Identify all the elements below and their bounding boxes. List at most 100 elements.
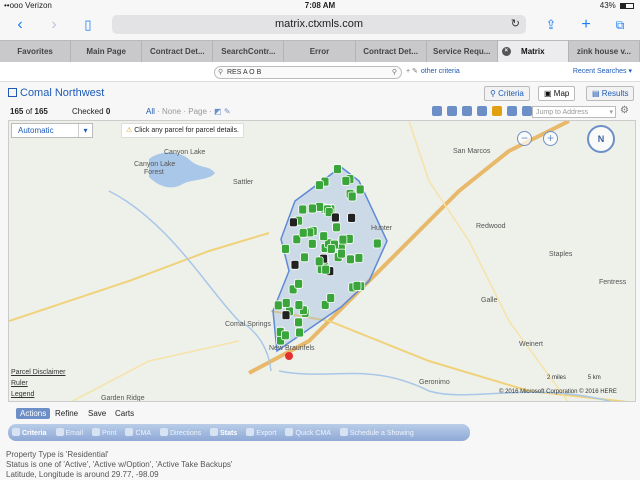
url-text: matrix.ctxmls.com bbox=[275, 18, 363, 30]
action-button-label: Stats bbox=[220, 430, 238, 437]
actions-tab[interactable]: Actions bbox=[16, 408, 51, 419]
tab-4[interactable]: Error bbox=[284, 41, 356, 62]
save-tab[interactable]: Save bbox=[88, 409, 106, 418]
action-button-directions[interactable]: Directions bbox=[160, 428, 201, 437]
browser-toolbar: ‹ › ▯ matrix.ctxmls.com ↻ ⇪ + ⧉ bbox=[0, 12, 640, 40]
parcel-disclaimer-link[interactable]: Parcel Disclaimer bbox=[11, 369, 65, 376]
layer-icon[interactable] bbox=[447, 106, 457, 116]
listing-marker bbox=[307, 238, 317, 249]
jump-to-address-input[interactable]: Jump to Address ▾ bbox=[532, 106, 616, 118]
action-button-criteria[interactable]: Criteria bbox=[12, 428, 47, 437]
listing-marker bbox=[347, 191, 357, 202]
tab-3[interactable]: SearchContr... bbox=[213, 41, 285, 62]
listing-marker bbox=[337, 248, 346, 259]
select-all[interactable]: All bbox=[146, 107, 155, 116]
carts-tab[interactable]: Carts bbox=[115, 409, 134, 418]
map-place-label: New Braunfels bbox=[269, 345, 315, 352]
map-canvas[interactable]: Canyon Lake Canyon Lake Forest Sattler Hunte… bbox=[8, 120, 636, 402]
select-page[interactable]: Page bbox=[188, 107, 207, 116]
listing-marker bbox=[294, 300, 304, 311]
back-icon[interactable]: ‹ bbox=[10, 15, 30, 35]
map-place-label: Sattler bbox=[233, 179, 254, 186]
listing-marker bbox=[288, 217, 298, 228]
action-button-stats[interactable]: Stats bbox=[210, 428, 237, 437]
title-row: Comal Northwest ⚲ Criteria ▣ Map ▤ Resul… bbox=[0, 84, 640, 104]
count-row: 165 of 165 Checked 0 All · None · Page ·… bbox=[0, 104, 640, 120]
map-place-label: Comal Springs bbox=[225, 321, 271, 328]
map-place-label: Redwood bbox=[476, 223, 506, 230]
map-place-label: Geronimo bbox=[419, 379, 450, 386]
listing-marker bbox=[298, 227, 308, 238]
map-tip-text: Click any parcel for parcel details. bbox=[134, 127, 239, 134]
building-icon[interactable] bbox=[477, 106, 487, 116]
tab-1[interactable]: Main Page bbox=[71, 41, 143, 62]
globe-icon[interactable] bbox=[432, 106, 442, 116]
other-criteria-link[interactable]: + ✎ other criteria bbox=[406, 67, 460, 75]
tab-8[interactable]: zink house v... bbox=[569, 41, 640, 62]
map-icon bbox=[8, 88, 17, 97]
print-icon[interactable] bbox=[507, 106, 517, 116]
refine-tab[interactable]: Refine bbox=[55, 409, 78, 418]
compass-icon[interactable]: N bbox=[587, 125, 615, 153]
ruler-link[interactable]: Ruler bbox=[11, 380, 28, 387]
listing-marker bbox=[319, 231, 329, 242]
action-button-print[interactable]: Print bbox=[92, 428, 116, 437]
criteria-view-button[interactable]: ⚲ Criteria bbox=[484, 86, 530, 101]
button-icon bbox=[285, 428, 294, 436]
map-copyright: © 2016 Microsoft Corporation © 2016 HERE bbox=[499, 389, 617, 395]
share-icon[interactable]: ⇪ bbox=[541, 15, 561, 35]
results-view-label: Results bbox=[601, 89, 629, 98]
url-bar[interactable]: matrix.ctxmls.com ↻ bbox=[112, 15, 526, 34]
criteria-view-label: Criteria bbox=[498, 89, 524, 98]
listing-marker bbox=[290, 259, 300, 270]
search-input[interactable]: ⚲ RES A O B ⚲ bbox=[214, 66, 402, 79]
checked-value: 0 bbox=[105, 107, 111, 116]
tab-0[interactable]: Favorites bbox=[0, 41, 72, 62]
mode-select[interactable]: Automatic ▾ bbox=[11, 123, 93, 138]
listing-marker bbox=[314, 180, 324, 191]
select-none[interactable]: None bbox=[162, 107, 181, 116]
select-tool-icon[interactable]: ◩ bbox=[214, 107, 222, 116]
listing-marker bbox=[338, 234, 348, 245]
listing-marker bbox=[326, 293, 336, 303]
listing-marker bbox=[281, 310, 291, 321]
action-button-schedule-a-showing[interactable]: Schedule a Showing bbox=[339, 428, 414, 437]
recent-searches-link[interactable]: Recent Searches ▾ bbox=[573, 67, 632, 75]
mode-value: Automatic bbox=[18, 126, 54, 135]
action-button-label: Schedule a Showing bbox=[349, 430, 414, 437]
close-tab-icon[interactable]: × bbox=[501, 47, 511, 56]
legend-link[interactable]: Legend bbox=[11, 391, 34, 398]
listing-marker bbox=[315, 202, 325, 212]
results-view-button[interactable]: ▤ Results bbox=[586, 86, 635, 101]
tabs-icon[interactable]: ⧉ bbox=[610, 15, 630, 35]
map-view-button[interactable]: ▣ Map bbox=[538, 86, 576, 101]
map-place-label: Canyon Lake bbox=[134, 161, 176, 168]
actions-row: Actions Refine Save Carts bbox=[0, 406, 640, 422]
reload-icon[interactable]: ↻ bbox=[511, 15, 520, 34]
action-button-quick-cma[interactable]: Quick CMA bbox=[285, 428, 331, 437]
pencil-icon[interactable] bbox=[492, 106, 502, 116]
action-button-cma[interactable]: CMA bbox=[125, 428, 151, 437]
tab-5[interactable]: Contract Det... bbox=[356, 41, 427, 62]
zoom-in-button[interactable]: + bbox=[543, 131, 558, 146]
tab-7[interactable]: × Matrix bbox=[497, 41, 569, 62]
bookmarks-icon[interactable]: ▯ bbox=[78, 15, 98, 35]
tab-label: Contract Det... bbox=[149, 47, 205, 56]
new-tab-icon[interactable]: + bbox=[576, 15, 596, 35]
zoom-out-button[interactable]: − bbox=[517, 131, 532, 146]
tab-2[interactable]: Contract Det... bbox=[142, 41, 214, 62]
image-icon[interactable] bbox=[462, 106, 472, 116]
listing-marker bbox=[273, 300, 283, 311]
action-button-export[interactable]: Export bbox=[246, 428, 276, 437]
lasso-icon[interactable]: ✎ bbox=[224, 107, 231, 116]
battery-percent: 43% bbox=[599, 1, 616, 10]
tab-label: SearchContr... bbox=[221, 47, 276, 56]
button-icon bbox=[210, 428, 219, 436]
action-button-email[interactable]: Email bbox=[55, 428, 83, 437]
tab-6[interactable]: Service Requ... bbox=[427, 41, 498, 62]
search-go-icon[interactable]: ⚲ bbox=[392, 67, 397, 79]
forward-icon[interactable]: › bbox=[44, 15, 64, 35]
gear-icon[interactable]: ⚙ bbox=[620, 105, 629, 116]
locate-icon[interactable] bbox=[522, 106, 532, 116]
tab-label: Service Requ... bbox=[433, 47, 491, 56]
